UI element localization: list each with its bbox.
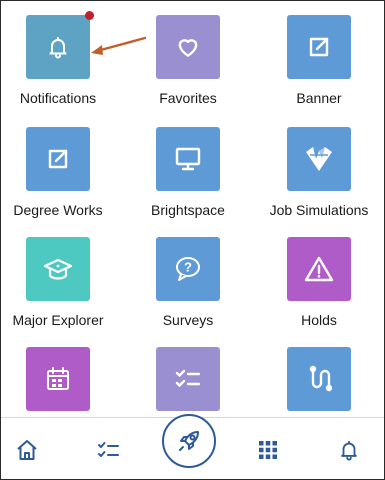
home-icon	[17, 440, 37, 460]
apps-grid-icon	[259, 441, 277, 459]
graduation-cap-icon	[43, 258, 73, 280]
notification-badge	[85, 11, 94, 20]
tile-label: Major Explorer	[12, 312, 104, 328]
bell-icon	[49, 37, 67, 59]
monitor-icon	[175, 147, 201, 171]
annotation-arrow	[91, 36, 147, 55]
tile-major-explorer-box	[26, 237, 90, 301]
tile-notifications-box	[26, 11, 94, 79]
calendar-icon	[47, 367, 69, 390]
tile-major-explorer[interactable]: Major Explorer	[1, 237, 120, 337]
tile-label: Surveys	[162, 312, 214, 328]
tile-checklist-box	[156, 347, 220, 411]
tile-favorites-box	[156, 15, 220, 79]
route-icon	[309, 365, 332, 392]
tile-label: Favorites	[159, 90, 217, 106]
tile-banner-box	[287, 15, 351, 79]
tile-job-simulations[interactable]: Job Simulations	[257, 127, 381, 227]
tile-surveys[interactable]: ? Surveys	[126, 237, 250, 337]
tile-banner[interactable]: Banner	[257, 15, 381, 115]
tile-favorites[interactable]: Favorites	[126, 15, 250, 115]
nav-home-button[interactable]	[13, 436, 41, 464]
tile-label: Banner	[296, 90, 342, 106]
warning-triangle-icon	[304, 256, 334, 282]
rocket-icon	[179, 431, 199, 451]
nav-notifications-button[interactable]	[335, 436, 363, 464]
tile-surveys-box: ?	[156, 237, 220, 301]
vmock-logo-icon	[306, 147, 332, 171]
tile-route-box	[287, 347, 351, 411]
question-bubble-icon: ?	[176, 257, 200, 281]
tile-label: Degree Works	[13, 202, 103, 218]
checklist-icon	[175, 369, 201, 387]
svg-text:?: ?	[184, 260, 192, 275]
tile-calendar-box	[26, 347, 90, 411]
tile-label: Holds	[301, 312, 337, 328]
external-link-icon	[48, 149, 68, 169]
tile-degree-works-box	[26, 127, 90, 191]
app-screen: Notifications Favorites Banner Degree Wo…	[0, 0, 385, 480]
tile-label: Brightspace	[151, 202, 225, 218]
tile-label: Job Simulations	[269, 202, 369, 218]
nav-checklist-button[interactable]	[95, 436, 123, 464]
tile-holds[interactable]: Holds	[257, 237, 381, 337]
tile-degree-works[interactable]: Degree Works	[1, 127, 120, 227]
nav-apps-button[interactable]	[254, 436, 282, 464]
tile-brightspace-box	[156, 127, 220, 191]
tile-holds-box	[287, 237, 351, 301]
tile-notifications[interactable]: Notifications	[1, 11, 120, 115]
tile-brightspace[interactable]: Brightspace	[126, 127, 250, 227]
checklist-icon	[98, 442, 119, 457]
bell-icon	[341, 440, 357, 461]
tile-job-simulations-box	[287, 127, 351, 191]
bottom-nav	[1, 414, 384, 479]
external-link-icon	[309, 37, 329, 57]
tile-label: Notifications	[19, 90, 97, 106]
heart-icon	[178, 39, 198, 57]
nav-launch-button[interactable]	[162, 414, 216, 468]
